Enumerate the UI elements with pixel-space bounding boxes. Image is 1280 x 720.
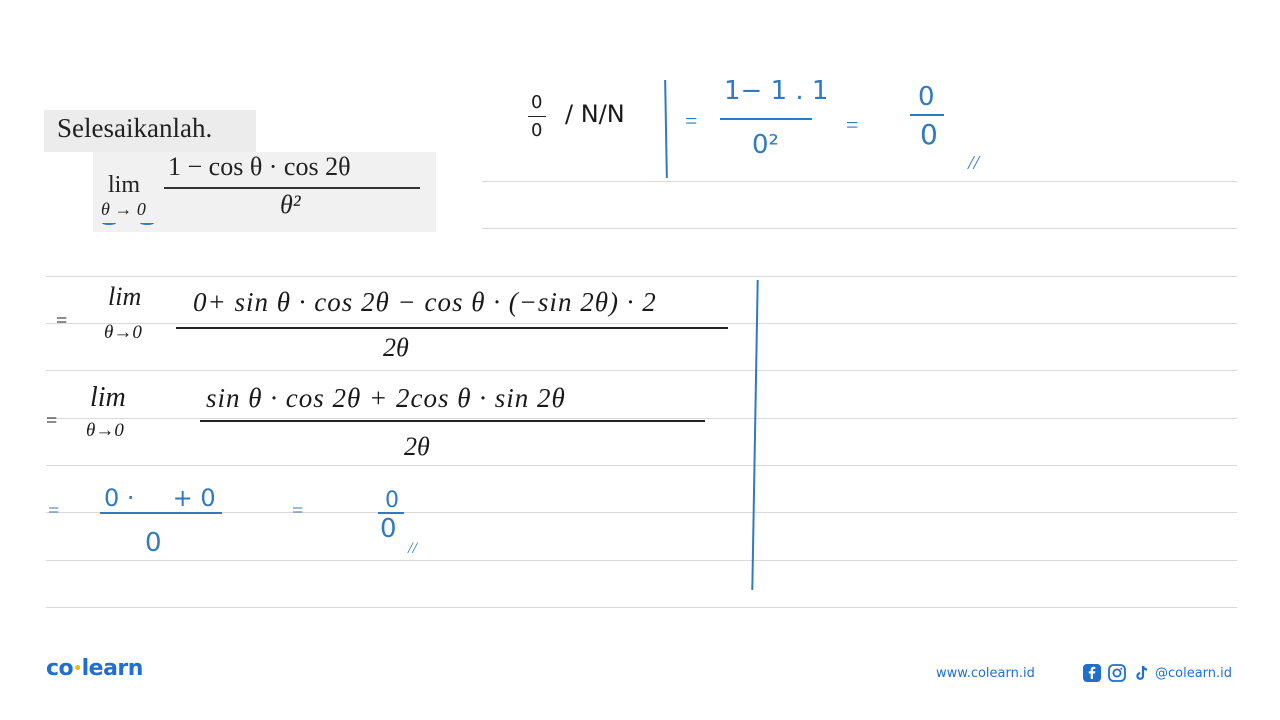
work1-eq-sign: =	[56, 310, 68, 332]
work2-eq-sign: =	[46, 410, 58, 432]
side-eq-sign-2: =	[846, 112, 859, 137]
logo-text-right: learn	[81, 656, 144, 681]
work2-denominator: 2θ	[404, 432, 430, 461]
ruled-line	[46, 465, 1237, 466]
side-form-numerator: 0	[531, 92, 543, 113]
ruled-line	[46, 418, 1237, 419]
ruled-line	[46, 560, 1237, 561]
divider-line	[751, 280, 759, 590]
work2-lim: lim	[90, 382, 126, 413]
logo-dot: •	[73, 661, 82, 677]
question-limit-subscript: θ → 0	[101, 199, 146, 219]
side-end-mark: //	[968, 152, 980, 174]
work1-numerator: 0+ sin θ · cos 2θ − cos θ · (−sin 2θ) · …	[193, 287, 657, 317]
work3-fraction-bar	[100, 512, 222, 514]
side-form-bar	[528, 116, 546, 117]
work1-denominator: 2θ	[383, 333, 409, 362]
question-fraction-bar	[164, 187, 420, 189]
work2-lim-sub: θ→0	[86, 420, 124, 441]
work1-lim: lim	[108, 282, 142, 311]
question-denominator: θ²	[280, 190, 301, 219]
work1-lim-sub: θ→0	[104, 322, 142, 343]
work1-fraction-bar	[176, 327, 728, 329]
ruled-line	[482, 228, 1237, 229]
side-result-numerator: 0	[918, 82, 935, 112]
side-sub-denominator: 0²	[752, 130, 779, 160]
ruled-line	[46, 276, 1237, 277]
work3-numerator: 0 · + 0	[104, 484, 216, 512]
tiktok-icon[interactable]	[1133, 664, 1151, 682]
work3-end-mark: //	[408, 540, 417, 557]
facebook-icon[interactable]	[1083, 664, 1101, 682]
ruled-line	[46, 323, 1237, 324]
ruled-line	[46, 370, 1237, 371]
divider-line	[664, 79, 668, 179]
work2-fraction-bar	[200, 420, 705, 422]
colearn-logo: co•learn	[46, 656, 143, 681]
highlight-underline	[102, 221, 116, 225]
work3-result-numerator: 0	[385, 488, 399, 513]
work2-numerator: sin θ · cos 2θ + 2cos θ · sin 2θ	[206, 383, 566, 413]
logo-text-left: co	[46, 656, 74, 681]
side-result-denominator: 0	[920, 118, 938, 151]
work3-eq-sign-2: =	[292, 500, 304, 522]
work3-eq-sign: =	[48, 500, 60, 522]
question-numerator: 1 − cos θ · cos 2θ	[168, 152, 351, 181]
instagram-icon[interactable]	[1108, 664, 1126, 682]
ruled-line	[46, 607, 1237, 608]
website-link[interactable]: www.colearn.id	[936, 666, 1035, 681]
side-result-bar	[910, 114, 944, 116]
work3-result-denominator: 0	[380, 514, 397, 544]
work3-denominator: 0	[145, 528, 162, 558]
question-instruction: Selesaikanlah.	[57, 113, 213, 143]
side-eq-sign: =	[685, 108, 698, 133]
highlight-underline	[140, 221, 154, 225]
side-sub-bar	[720, 118, 812, 120]
ruled-line	[46, 512, 1237, 513]
ruled-line	[482, 181, 1237, 182]
side-method-hint: / N/N	[565, 100, 625, 128]
side-sub-numerator: 1− 1 . 1	[724, 76, 829, 106]
social-handle[interactable]: @colearn.id	[1155, 666, 1232, 681]
side-form-denominator: 0	[531, 120, 543, 141]
question-limit-word: lim	[108, 172, 141, 198]
